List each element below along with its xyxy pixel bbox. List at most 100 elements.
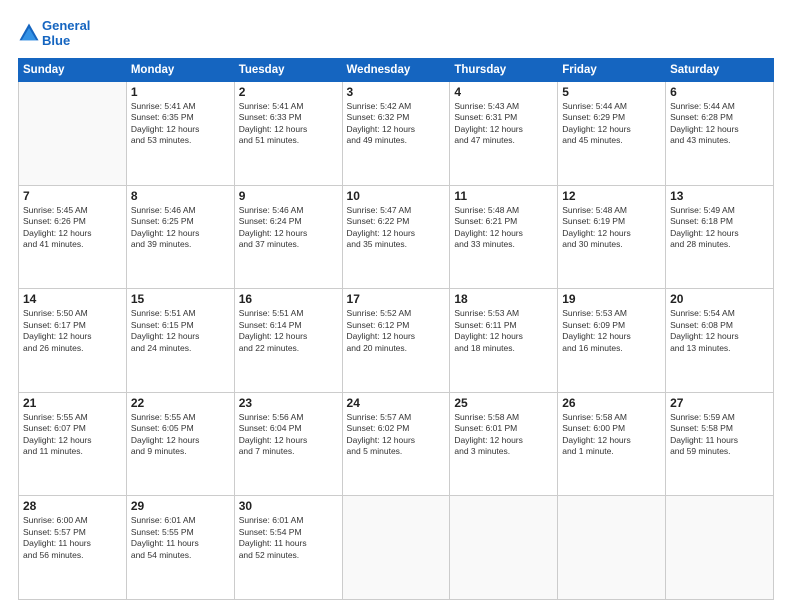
week-row-3: 14 Sunrise: 5:50 AMSunset: 6:17 PMDayligh…: [19, 289, 774, 393]
day-info: Sunrise: 5:50 AMSunset: 6:17 PMDaylight:…: [23, 308, 122, 354]
calendar-cell: 23 Sunrise: 5:56 AMSunset: 6:04 PMDayligh…: [234, 392, 342, 496]
day-info: Sunrise: 5:41 AMSunset: 6:35 PMDaylight:…: [131, 101, 230, 147]
calendar-cell: 5 Sunrise: 5:44 AMSunset: 6:29 PMDaylight…: [558, 82, 666, 186]
calendar-cell: 12 Sunrise: 5:48 AMSunset: 6:19 PMDayligh…: [558, 185, 666, 289]
calendar-table: SundayMondayTuesdayWednesdayThursdayFrid…: [18, 58, 774, 600]
day-info: Sunrise: 5:53 AMSunset: 6:11 PMDaylight:…: [454, 308, 553, 354]
day-number: 28: [23, 499, 122, 513]
day-header-friday: Friday: [558, 59, 666, 82]
calendar-cell: [666, 496, 774, 600]
calendar-header-row: SundayMondayTuesdayWednesdayThursdayFrid…: [19, 59, 774, 82]
calendar-cell: 18 Sunrise: 5:53 AMSunset: 6:11 PMDayligh…: [450, 289, 558, 393]
day-info: Sunrise: 5:43 AMSunset: 6:31 PMDaylight:…: [454, 101, 553, 147]
day-header-thursday: Thursday: [450, 59, 558, 82]
calendar-cell: 17Sunrise: 5:52 AMSunset: 6:12 PMDayligh…: [342, 289, 450, 393]
day-number: 3: [347, 85, 446, 99]
week-row-1: 1 Sunrise: 5:41 AMSunset: 6:35 PMDaylight…: [19, 82, 774, 186]
day-number: 5: [562, 85, 661, 99]
calendar-cell: 26 Sunrise: 5:58 AMSunset: 6:00 PMDayligh…: [558, 392, 666, 496]
calendar-cell: 6 Sunrise: 5:44 AMSunset: 6:28 PMDaylight…: [666, 82, 774, 186]
day-header-tuesday: Tuesday: [234, 59, 342, 82]
day-info: Sunrise: 5:58 AMSunset: 6:01 PMDaylight:…: [454, 412, 553, 458]
calendar-cell: 7 Sunrise: 5:45 AMSunset: 6:26 PMDaylight…: [19, 185, 127, 289]
day-info: Sunrise: 5:46 AMSunset: 6:24 PMDaylight:…: [239, 205, 338, 251]
day-number: 20: [670, 292, 769, 306]
day-info: Sunrise: 5:49 AMSunset: 6:18 PMDaylight:…: [670, 205, 769, 251]
day-info: Sunrise: 5:46 AMSunset: 6:25 PMDaylight:…: [131, 205, 230, 251]
logo: General Blue: [18, 18, 90, 48]
day-header-saturday: Saturday: [666, 59, 774, 82]
day-info: Sunrise: 5:45 AMSunset: 6:26 PMDaylight:…: [23, 205, 122, 251]
calendar-cell: 20 Sunrise: 5:54 AMSunset: 6:08 PMDayligh…: [666, 289, 774, 393]
calendar-cell: 24 Sunrise: 5:57 AMSunset: 6:02 PMDayligh…: [342, 392, 450, 496]
day-info: Sunrise: 5:44 AMSunset: 6:29 PMDaylight:…: [562, 101, 661, 147]
day-header-sunday: Sunday: [19, 59, 127, 82]
day-info: Sunrise: 5:48 AMSunset: 6:21 PMDaylight:…: [454, 205, 553, 251]
day-info: Sunrise: 6:00 AMSunset: 5:57 PMDaylight:…: [23, 515, 122, 561]
calendar-cell: 30Sunrise: 6:01 AMSunset: 5:54 PMDayligh…: [234, 496, 342, 600]
day-info: Sunrise: 5:47 AMSunset: 6:22 PMDaylight:…: [347, 205, 446, 251]
header: General Blue: [18, 18, 774, 48]
day-info: Sunrise: 5:51 AMSunset: 6:15 PMDaylight:…: [131, 308, 230, 354]
day-header-wednesday: Wednesday: [342, 59, 450, 82]
week-row-5: 28 Sunrise: 6:00 AMSunset: 5:57 PMDayligh…: [19, 496, 774, 600]
logo-text: General Blue: [42, 18, 90, 48]
day-number: 29: [131, 499, 230, 513]
day-number: 13: [670, 189, 769, 203]
calendar-cell: 9 Sunrise: 5:46 AMSunset: 6:24 PMDaylight…: [234, 185, 342, 289]
day-info: Sunrise: 5:55 AMSunset: 6:05 PMDaylight:…: [131, 412, 230, 458]
day-info: Sunrise: 5:42 AMSunset: 6:32 PMDaylight:…: [347, 101, 446, 147]
day-number: 24: [347, 396, 446, 410]
day-info: Sunrise: 5:59 AMSunset: 5:58 PMDaylight:…: [670, 412, 769, 458]
day-info: Sunrise: 5:55 AMSunset: 6:07 PMDaylight:…: [23, 412, 122, 458]
day-number: 7: [23, 189, 122, 203]
day-number: 4: [454, 85, 553, 99]
day-info: Sunrise: 5:57 AMSunset: 6:02 PMDaylight:…: [347, 412, 446, 458]
calendar-cell: 1 Sunrise: 5:41 AMSunset: 6:35 PMDaylight…: [126, 82, 234, 186]
day-info: Sunrise: 5:41 AMSunset: 6:33 PMDaylight:…: [239, 101, 338, 147]
calendar-cell: 16 Sunrise: 5:51 AMSunset: 6:14 PMDayligh…: [234, 289, 342, 393]
day-info: Sunrise: 5:54 AMSunset: 6:08 PMDaylight:…: [670, 308, 769, 354]
day-number: 30: [239, 499, 338, 513]
day-info: Sunrise: 5:53 AMSunset: 6:09 PMDaylight:…: [562, 308, 661, 354]
calendar-cell: 21 Sunrise: 5:55 AMSunset: 6:07 PMDayligh…: [19, 392, 127, 496]
day-info: Sunrise: 5:51 AMSunset: 6:14 PMDaylight:…: [239, 308, 338, 354]
day-info: Sunrise: 5:48 AMSunset: 6:19 PMDaylight:…: [562, 205, 661, 251]
calendar-cell: 25Sunrise: 5:58 AMSunset: 6:01 PMDayligh…: [450, 392, 558, 496]
day-info: Sunrise: 5:58 AMSunset: 6:00 PMDaylight:…: [562, 412, 661, 458]
day-number: 6: [670, 85, 769, 99]
day-number: 23: [239, 396, 338, 410]
calendar-cell: [450, 496, 558, 600]
day-info: Sunrise: 5:52 AMSunset: 6:12 PMDaylight:…: [347, 308, 446, 354]
day-number: 14: [23, 292, 122, 306]
day-number: 26: [562, 396, 661, 410]
day-header-monday: Monday: [126, 59, 234, 82]
day-number: 10: [347, 189, 446, 203]
calendar-cell: 4 Sunrise: 5:43 AMSunset: 6:31 PMDaylight…: [450, 82, 558, 186]
day-number: 22: [131, 396, 230, 410]
calendar-cell: 3 Sunrise: 5:42 AMSunset: 6:32 PMDaylight…: [342, 82, 450, 186]
calendar-cell: [342, 496, 450, 600]
day-info: Sunrise: 5:44 AMSunset: 6:28 PMDaylight:…: [670, 101, 769, 147]
day-number: 8: [131, 189, 230, 203]
week-row-2: 7 Sunrise: 5:45 AMSunset: 6:26 PMDaylight…: [19, 185, 774, 289]
day-number: 27: [670, 396, 769, 410]
day-number: 21: [23, 396, 122, 410]
calendar-cell: 28 Sunrise: 6:00 AMSunset: 5:57 PMDayligh…: [19, 496, 127, 600]
day-number: 1: [131, 85, 230, 99]
calendar-cell: [558, 496, 666, 600]
calendar-cell: 15Sunrise: 5:51 AMSunset: 6:15 PMDayligh…: [126, 289, 234, 393]
day-number: 2: [239, 85, 338, 99]
page: General Blue SundayMondayTuesdayWednesda…: [0, 0, 792, 612]
day-number: 11: [454, 189, 553, 203]
day-info: Sunrise: 5:56 AMSunset: 6:04 PMDaylight:…: [239, 412, 338, 458]
day-number: 9: [239, 189, 338, 203]
calendar-cell: 11 Sunrise: 5:48 AMSunset: 6:21 PMDayligh…: [450, 185, 558, 289]
calendar-cell: 27 Sunrise: 5:59 AMSunset: 5:58 PMDayligh…: [666, 392, 774, 496]
calendar-cell: 10 Sunrise: 5:47 AMSunset: 6:22 PMDayligh…: [342, 185, 450, 289]
calendar-cell: 22 Sunrise: 5:55 AMSunset: 6:05 PMDayligh…: [126, 392, 234, 496]
calendar-cell: 13 Sunrise: 5:49 AMSunset: 6:18 PMDayligh…: [666, 185, 774, 289]
day-number: 16: [239, 292, 338, 306]
day-number: 18: [454, 292, 553, 306]
day-number: 12: [562, 189, 661, 203]
